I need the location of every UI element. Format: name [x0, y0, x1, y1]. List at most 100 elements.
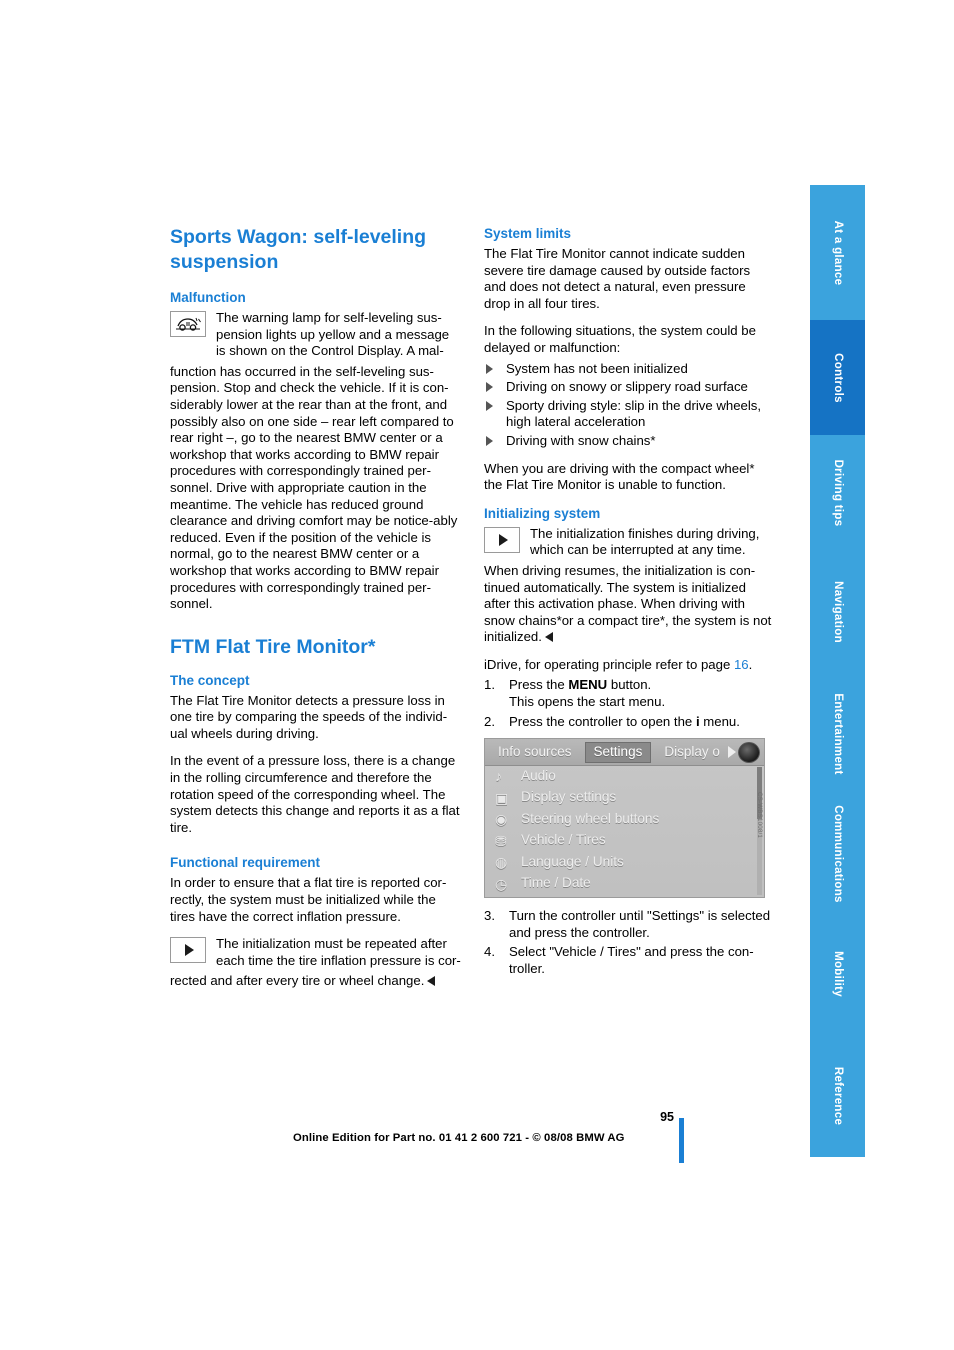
initializing-note-text: The initialization finishes during drivi… [530, 525, 760, 558]
idrive-tab-display-off[interactable]: Display o [657, 742, 727, 763]
idrive-menu-label: Audio [521, 767, 556, 783]
side-tab-entertainment[interactable]: Entertainment [810, 673, 865, 794]
chevron-right-icon [728, 746, 736, 759]
list-item-label: Driving with snow chains* [506, 432, 656, 448]
idrive-menu-item-vehicle-tires[interactable]: ⛃ Vehicle / Tires [485, 830, 764, 852]
list-item: Sporty driving style: slip in the drive … [484, 398, 775, 431]
list-item: 1. Press the MENU button. This opens the… [484, 677, 775, 710]
idrive-tab-settings[interactable]: Settings [584, 741, 652, 763]
idrive-menu-item-display-settings[interactable]: ▣ Display settings [485, 787, 764, 809]
system-limits-paragraph-1: The Flat Tire Monitor cannot indicate su… [484, 246, 751, 311]
note-triangle-icon [484, 526, 520, 553]
requirement-note-text: The initialization must be repeated afte… [216, 936, 461, 968]
footer-text: Online Edition for Part no. 01 41 2 600 … [293, 1132, 625, 1144]
side-tab-label: Communications [831, 804, 844, 903]
side-tab-mobility[interactable]: Mobility [810, 913, 865, 1034]
requirement-note-rest: rected and after every tire or wheel cha… [170, 973, 425, 989]
requirement-note-rest-wrap: rected and after every tire or wheel cha… [170, 973, 461, 990]
self-leveling-warning-lamp-icon [170, 311, 206, 337]
right-column: System limits The Flat Tire Monitor cann… [484, 225, 775, 984]
system-limits-paragraph-3: When you are driving with the compact wh… [484, 460, 755, 493]
side-tab-communications[interactable]: Communications [810, 794, 865, 913]
list-item: Driving on snowy or slippery road surfac… [484, 379, 775, 396]
side-tab-controls[interactable]: Controls [810, 320, 865, 435]
list-item-label: System has not been initialized [506, 360, 688, 376]
side-tab-label: Reference [831, 1066, 844, 1125]
step-text-post: button. [607, 677, 652, 693]
side-tab-navigation: At a glance Controls Driving tips Naviga… [810, 185, 865, 1157]
page-link-16[interactable]: 16 [734, 657, 749, 672]
heading-functional-requirement: Functional requirement [170, 855, 321, 871]
left-column: Sports Wagon: self-leveling suspension M… [170, 225, 461, 1001]
list-item-label: Sporty driving style: slip in the drive … [506, 397, 762, 430]
initializing-note: The initialization finishes during drivi… [484, 526, 775, 559]
idrive-tab-info-sources[interactable]: Info sources [491, 742, 579, 763]
controller-knob-icon [738, 742, 760, 764]
side-tab-at-a-glance[interactable]: At a glance [810, 185, 865, 320]
image-code-label: CS-WBS1008/1 [756, 792, 763, 839]
side-tab-navigation-section[interactable]: Navigation [810, 551, 865, 673]
bullet-triangle-icon [486, 382, 493, 393]
list-item: 4. Select "Vehicle / Tires" and press th… [484, 944, 775, 977]
footer-rule [679, 1118, 684, 1163]
side-tab-reference[interactable]: Reference [810, 1034, 865, 1157]
triangle-glyph [185, 944, 194, 957]
idrive-menu-item-language-units[interactable]: ◍ Language / Units [485, 851, 764, 873]
concept-paragraph-1: The Flat Tire Monitor detects a pressure… [170, 692, 448, 741]
manual-page: At a glance Controls Driving tips Naviga… [0, 0, 954, 1350]
side-tab-label: Mobility [831, 950, 844, 997]
idrive-menu-label: Language / Units [521, 853, 624, 869]
step-number: 1. [484, 677, 495, 693]
idrive-menu-item-time-date[interactable]: ◷ Time / Date [485, 873, 764, 895]
note-triangle-icon [170, 937, 206, 964]
car-icon: ⛃ [495, 832, 507, 849]
initializing-body-wrap: When driving resumes, the initialization… [484, 563, 775, 646]
idrive-menu-list: ♪ Audio ▣ Display settings ◉ Steering wh… [485, 765, 764, 894]
concept-paragraph-2: In the event of a pressure loss, there i… [170, 753, 460, 835]
heading-the-concept: The concept [170, 672, 250, 688]
idrive-reference: iDrive, for operating principle refer to… [484, 657, 775, 674]
side-tab-label: Driving tips [831, 459, 844, 527]
end-of-section-arrow-icon [427, 976, 436, 987]
idrive-menu-item-steering-wheel-buttons[interactable]: ◉ Steering wheel buttons [485, 808, 764, 830]
idrive-menu-item-audio[interactable]: ♪ Audio [485, 765, 764, 787]
requirement-paragraph: In order to ensure that a flat tire is r… [170, 875, 447, 924]
end-of-section-arrow-icon [544, 632, 553, 643]
list-item: System has not been initialized [484, 361, 775, 378]
side-tab-label: Entertainment [831, 692, 844, 775]
idrive-screenshot: Info sources Settings Display o ♪ Audio … [484, 738, 775, 899]
initializing-steps-1-2: 1. Press the MENU button. This opens the… [484, 677, 775, 730]
step-number: 2. [484, 713, 495, 729]
idrive-menu-label: Time / Date [521, 875, 591, 891]
initializing-body: When driving resumes, the initialization… [484, 562, 772, 645]
list-item: 3. Turn the controller until "Settings" … [484, 908, 775, 941]
globe-icon: ◍ [495, 854, 508, 870]
bullet-triangle-icon [486, 363, 493, 374]
display-icon: ▣ [495, 789, 509, 806]
bullet-triangle-icon [486, 400, 493, 411]
system-limits-list: System has not been initialized Driving … [484, 361, 775, 450]
malfunction-body: function has occurred in the self-leveli… [170, 363, 458, 612]
page-title: Sports Wagon: self-leveling suspension [170, 226, 427, 273]
side-tab-driving-tips[interactable]: Driving tips [810, 435, 865, 551]
heading-malfunction: Malfunction [170, 290, 246, 305]
step-text-pre: Press the controller to open the [509, 713, 696, 729]
idrive-tab-bar: Info sources Settings Display o [485, 739, 764, 767]
system-limits-paragraph-2: In the following situations, the system … [484, 323, 756, 355]
triangle-glyph [499, 533, 508, 546]
idrive-display: Info sources Settings Display o ♪ Audio … [484, 738, 765, 899]
idrive-menu-label: Steering wheel buttons [521, 810, 660, 826]
idrive-menu-label: Display settings [521, 789, 617, 805]
step-text-pre: Select "Vehicle / Tires" and press the c… [509, 944, 754, 977]
step-number: 4. [484, 944, 495, 960]
initializing-steps-3-4: 3. Turn the controller until "Settings" … [484, 908, 775, 977]
idrive-reference-post: . [748, 656, 753, 672]
note-icon: ♪ [495, 768, 502, 784]
bullet-triangle-icon [486, 435, 493, 446]
side-tab-label: Controls [831, 352, 844, 403]
list-item: 2. Press the controller to open the i me… [484, 714, 775, 731]
requirement-note: The initialization must be repeated afte… [170, 936, 461, 969]
idrive-menu-label: Vehicle / Tires [521, 832, 606, 848]
page-number: 95 [660, 1110, 674, 1124]
steering-icon: ◉ [495, 811, 508, 827]
